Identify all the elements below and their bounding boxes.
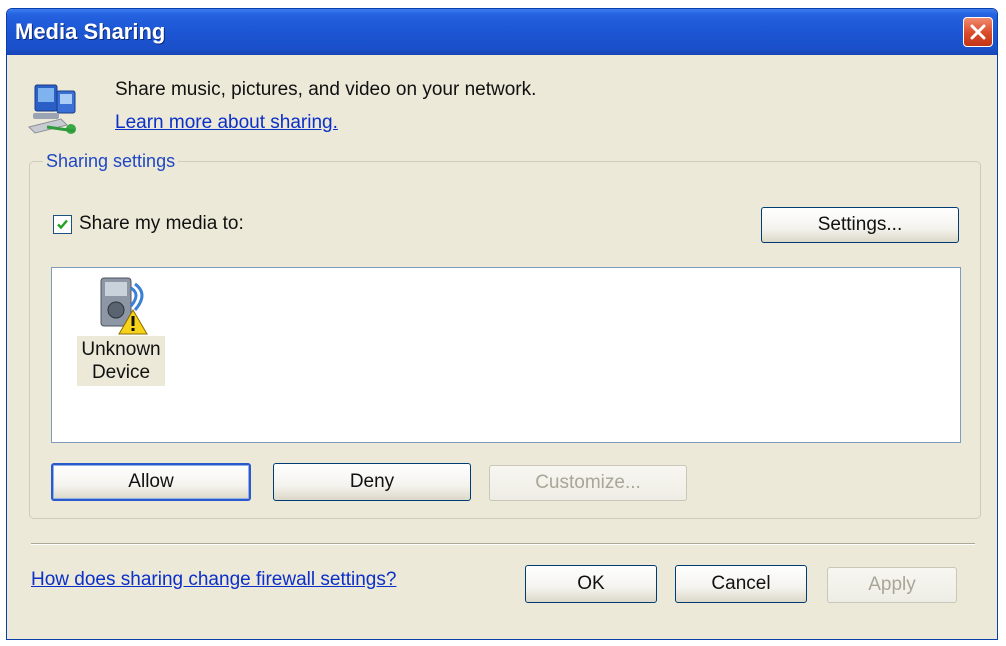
close-icon [970,24,986,40]
firewall-settings-link[interactable]: How does sharing change firewall setting… [31,569,396,591]
device-name: Unknown Device [77,336,165,386]
sharing-description: Share music, pictures, and video on your… [115,79,537,100]
close-button[interactable] [963,17,993,47]
allow-button[interactable]: Allow [51,463,251,501]
settings-button[interactable]: Settings... [761,207,959,243]
ok-button[interactable]: OK [525,565,657,603]
learn-more-link[interactable]: Learn more about sharing. [115,112,338,134]
title-bar[interactable]: Media Sharing [7,9,997,55]
window-title: Media Sharing [15,19,166,44]
device-name-line1: Unknown [81,339,161,360]
deny-button[interactable]: Deny [273,463,471,501]
checkmark-icon [57,219,68,230]
separator [31,543,975,545]
device-warning-icon [91,274,151,336]
share-my-media-checkbox[interactable] [53,215,72,234]
cancel-button[interactable]: Cancel [675,565,807,603]
media-sharing-icon [27,79,91,143]
share-my-media-label[interactable]: Share my media to: [79,213,244,235]
device-item[interactable]: Unknown Device [76,274,166,386]
apply-button: Apply [827,567,957,603]
media-sharing-dialog: Media Sharing Share music, pictures, and… [6,8,998,640]
customize-button: Customize... [489,465,687,501]
device-name-line2: Device [91,362,151,383]
sharing-settings-label: Sharing settings [43,151,179,172]
device-list[interactable]: Unknown Device [51,267,961,443]
